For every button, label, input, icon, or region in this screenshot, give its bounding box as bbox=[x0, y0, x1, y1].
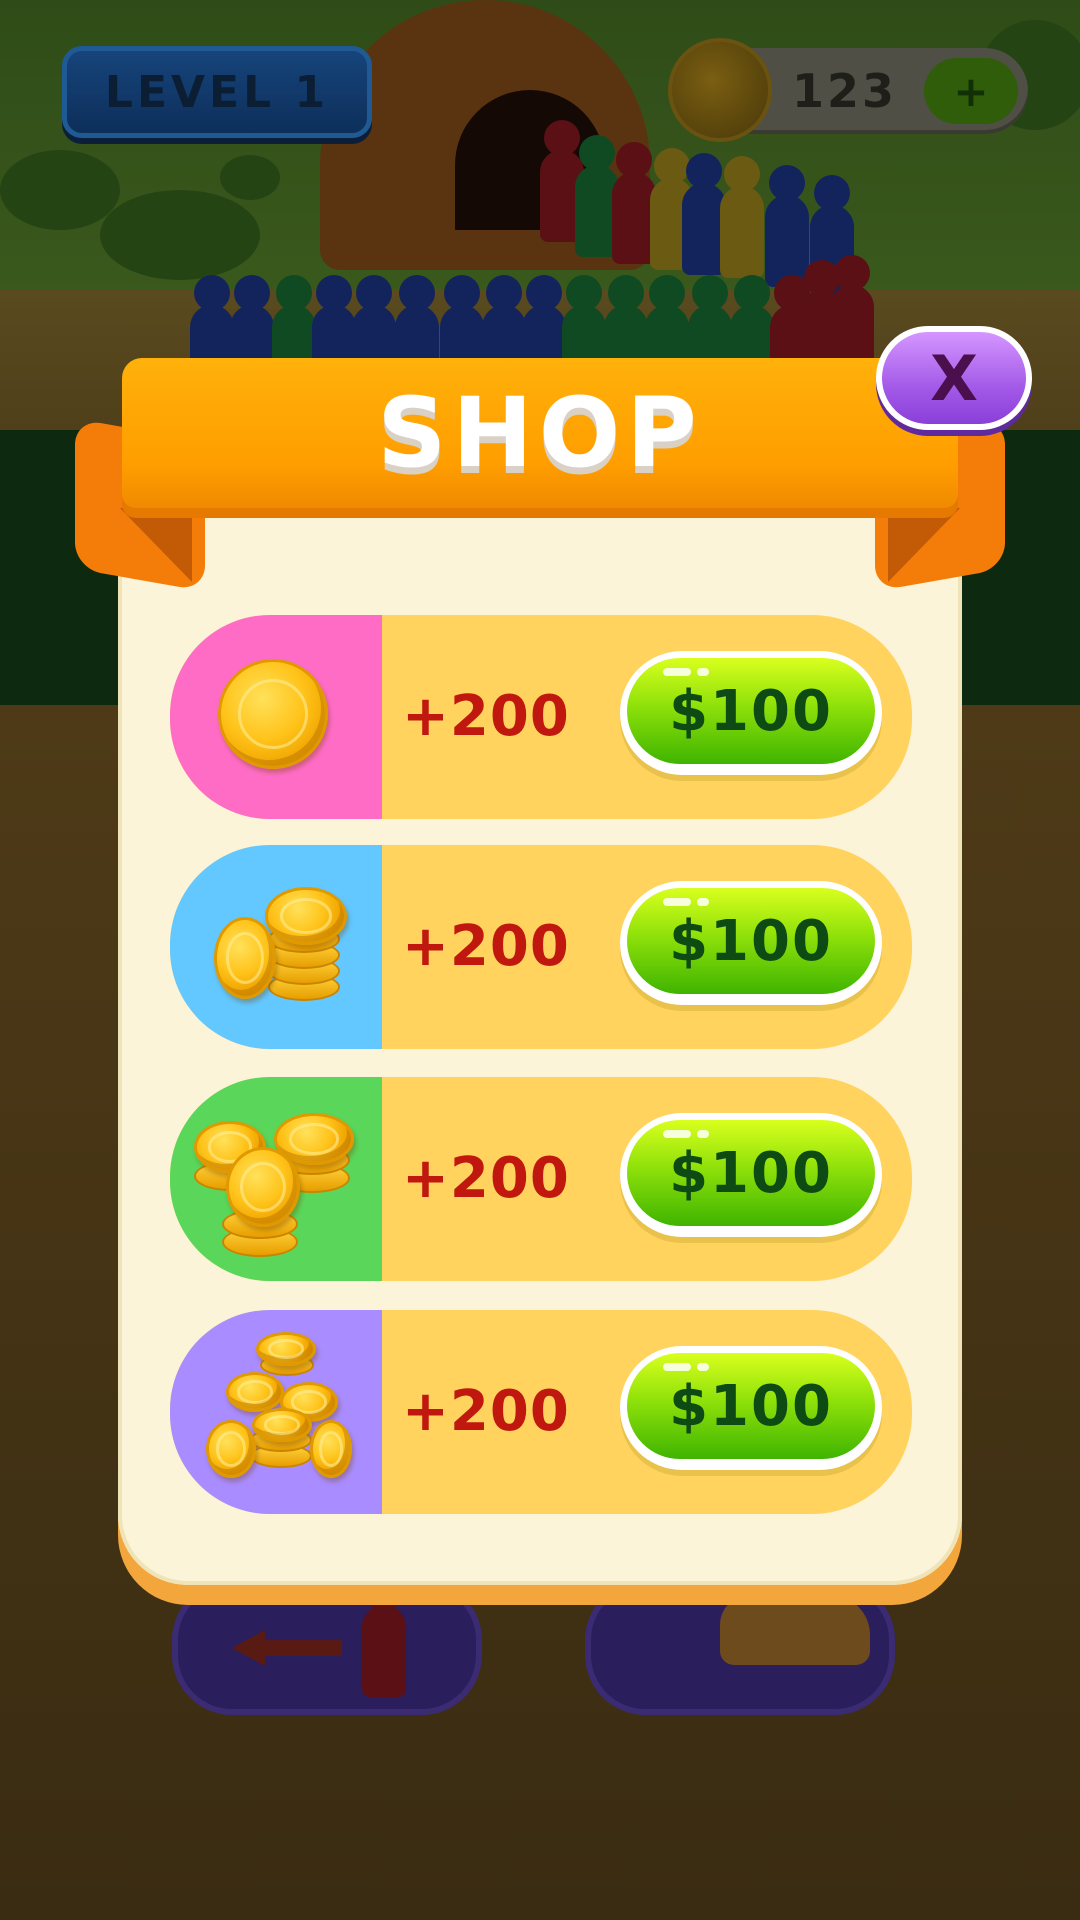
shop-item-icon-tile bbox=[170, 1077, 382, 1281]
shop-item-row: +200 $100 bbox=[170, 1310, 912, 1514]
shop-item-amount: +200 bbox=[402, 914, 570, 979]
button-shine bbox=[697, 1130, 709, 1138]
buy-button-face: $100 bbox=[627, 1120, 875, 1226]
buy-button[interactable]: $100 bbox=[620, 881, 882, 1005]
bush-decoration bbox=[0, 150, 120, 230]
shop-title-banner: SHOP bbox=[122, 358, 958, 508]
close-icon: X bbox=[930, 341, 978, 415]
level-indicator: LEVEL 1 bbox=[62, 46, 372, 138]
button-shine bbox=[697, 1363, 709, 1371]
shop-item-amount: +200 bbox=[402, 1379, 570, 1444]
top-coin bbox=[256, 1332, 316, 1366]
stickman-figure bbox=[362, 1575, 406, 1697]
button-shine bbox=[663, 1130, 691, 1138]
car-icon bbox=[720, 1595, 870, 1665]
shop-item-amount: +200 bbox=[402, 684, 570, 749]
buy-button-face: $100 bbox=[627, 888, 875, 994]
bush-decoration bbox=[220, 155, 280, 200]
buy-button[interactable]: $100 bbox=[620, 1113, 882, 1237]
shop-item-icon-tile bbox=[170, 615, 382, 819]
top-coin bbox=[252, 1408, 312, 1442]
single-coin-icon bbox=[218, 659, 328, 769]
buy-button-price: $100 bbox=[669, 678, 833, 744]
shop-item-row: +200 $100 bbox=[170, 1077, 912, 1281]
buy-button-price: $100 bbox=[669, 908, 833, 974]
plus-icon: + bbox=[953, 66, 989, 116]
standing-coin bbox=[206, 1420, 256, 1478]
close-button[interactable]: X bbox=[876, 326, 1032, 430]
shop-title: SHOP bbox=[377, 377, 703, 489]
coin-balance-value: 123 bbox=[792, 64, 898, 118]
shop-item-row: +200 $100 bbox=[170, 845, 912, 1049]
add-coins-button[interactable]: + bbox=[924, 58, 1018, 124]
button-shine bbox=[663, 668, 691, 676]
buy-button-price: $100 bbox=[669, 1373, 833, 1439]
standing-coin bbox=[226, 1147, 300, 1227]
button-shine bbox=[697, 898, 709, 906]
buy-button[interactable]: $100 bbox=[620, 651, 882, 775]
stickman-figure bbox=[720, 156, 764, 278]
buy-button-face: $100 bbox=[627, 658, 875, 764]
level-label: LEVEL 1 bbox=[104, 66, 330, 118]
standing-coin bbox=[214, 917, 276, 999]
top-coin bbox=[226, 1372, 284, 1412]
bush-decoration bbox=[100, 190, 260, 280]
top-coin bbox=[265, 887, 347, 945]
shop-item-amount: +200 bbox=[402, 1146, 570, 1211]
button-shine bbox=[663, 898, 691, 906]
stickman-figure bbox=[765, 165, 809, 287]
shop-item-icon-tile bbox=[170, 1310, 382, 1514]
button-shine bbox=[697, 668, 709, 676]
coin-icon bbox=[668, 38, 772, 142]
button-shine bbox=[663, 1363, 691, 1371]
buy-button[interactable]: $100 bbox=[620, 1346, 882, 1470]
shop-item-icon-tile bbox=[170, 845, 382, 1049]
buy-button-face: $100 bbox=[627, 1353, 875, 1459]
shop-item-row: +200 $100 bbox=[170, 615, 912, 819]
standing-coin bbox=[310, 1420, 352, 1478]
buy-button-price: $100 bbox=[669, 1140, 833, 1206]
